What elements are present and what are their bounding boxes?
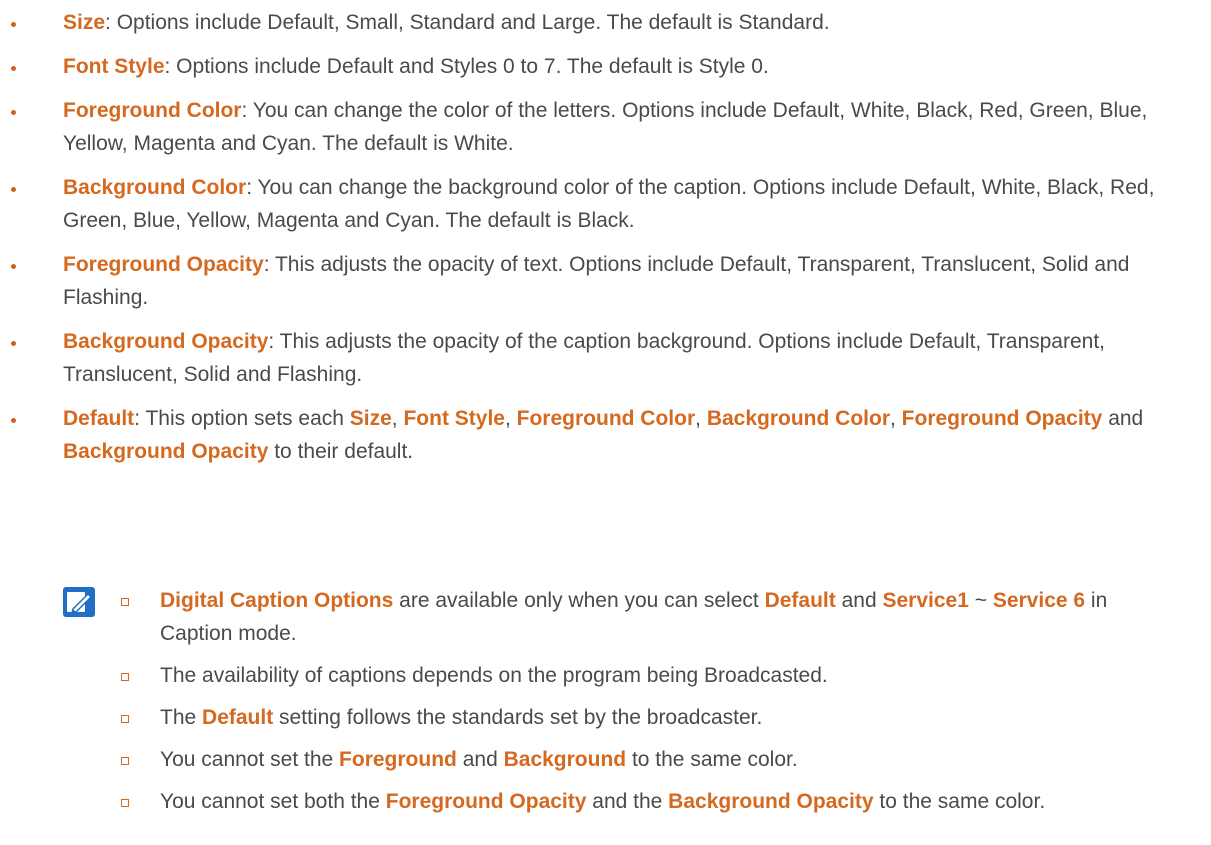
highlighted-term: Size <box>63 11 106 34</box>
body-text: to the same color. <box>873 790 1046 813</box>
highlighted-term: Foreground <box>339 748 457 771</box>
bullet-item: Size: Options include Default, Small, St… <box>0 6 1211 39</box>
highlighted-term: Default <box>63 407 135 430</box>
note-block: Digital Caption Options are available on… <box>0 584 1211 827</box>
highlighted-term: Font Style <box>403 407 505 430</box>
highlighted-term: Background <box>503 748 627 771</box>
highlighted-term: Foreground Color <box>63 99 242 122</box>
highlighted-term: Foreground Opacity <box>63 253 264 276</box>
highlighted-term: Service1 <box>882 589 969 612</box>
highlighted-term: Default <box>202 706 274 729</box>
body-text: to their default. <box>268 440 414 463</box>
body-text: to the same color. <box>626 748 798 771</box>
body-text: , <box>391 407 404 430</box>
body-text: and <box>456 748 504 771</box>
highlighted-term: Background Color <box>706 407 890 430</box>
highlighted-term: Default <box>764 589 836 612</box>
highlighted-term: Foreground Opacity <box>385 790 587 813</box>
bullet-item: Foreground Opacity: This adjusts the opa… <box>0 248 1211 314</box>
note-item: The Default setting follows the standard… <box>0 701 1211 734</box>
body-text: : This option sets each <box>134 407 350 430</box>
highlighted-term: Digital Caption Options <box>160 589 394 612</box>
notes-list: Digital Caption Options are available on… <box>0 584 1211 818</box>
body-text: : Options include Default, Small, Standa… <box>105 11 830 34</box>
body-text: are available only when you can select <box>393 589 765 612</box>
bullet-dot-icon <box>11 418 16 423</box>
bullet-dot-icon <box>11 110 16 115</box>
bullet-dot-icon <box>11 66 16 71</box>
body-text: ~ <box>968 589 993 612</box>
highlighted-term: Foreground Color <box>516 407 696 430</box>
square-bullet-icon <box>121 715 129 723</box>
bullet-item: Background Opacity: This adjusts the opa… <box>0 325 1211 391</box>
bullet-item: Default: This option sets each Size, Fon… <box>0 402 1211 468</box>
square-bullet-icon <box>121 799 129 807</box>
bullet-dot-icon <box>11 341 16 346</box>
note-item: You cannot set the Foreground and Backgr… <box>0 743 1211 776</box>
body-text: You cannot set the <box>160 748 340 771</box>
highlighted-term: Background Color <box>63 176 247 199</box>
body-text: and <box>1102 407 1144 430</box>
bullet-item: Background Color: You can change the bac… <box>0 171 1211 237</box>
bullet-dot-icon <box>11 264 16 269</box>
body-text: The availability of captions depends on … <box>160 664 828 687</box>
body-text: , <box>890 407 902 430</box>
highlighted-term: Foreground Opacity <box>901 407 1103 430</box>
body-text: , <box>695 407 707 430</box>
highlighted-term: Font Style <box>63 55 165 78</box>
square-bullet-icon <box>121 598 129 606</box>
highlighted-term: Service 6 <box>992 589 1086 612</box>
highlighted-term: Background Opacity <box>668 790 874 813</box>
caption-options-list: Size: Options include Default, Small, St… <box>0 6 1211 479</box>
body-text: : Options include Default and Styles 0 t… <box>164 55 769 78</box>
bullet-item: Foreground Color: You can change the col… <box>0 94 1211 160</box>
square-bullet-icon <box>121 757 129 765</box>
note-item: The availability of captions depends on … <box>0 659 1211 692</box>
bullet-item: Font Style: Options include Default and … <box>0 50 1211 83</box>
note-item: Digital Caption Options are available on… <box>0 584 1211 650</box>
note-item: You cannot set both the Foreground Opaci… <box>0 785 1211 818</box>
body-text: and the <box>586 790 669 813</box>
body-text: setting follows the standards set by the… <box>273 706 763 729</box>
bullet-dot-icon <box>11 22 16 27</box>
body-text: and <box>835 589 883 612</box>
highlighted-term: Background Opacity <box>63 330 269 353</box>
square-bullet-icon <box>121 673 129 681</box>
bullet-dot-icon <box>11 187 16 192</box>
body-text: , <box>504 407 517 430</box>
highlighted-term: Background Opacity <box>63 440 269 463</box>
highlighted-term: Size <box>349 407 392 430</box>
body-text: The <box>160 706 203 729</box>
document-page: Size: Options include Default, Small, St… <box>0 0 1211 845</box>
body-text: You cannot set both the <box>160 790 386 813</box>
